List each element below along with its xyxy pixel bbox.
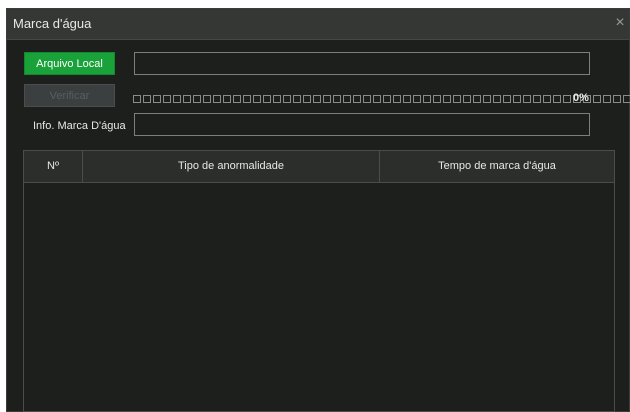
progress-segment (173, 95, 181, 103)
close-icon[interactable]: × (611, 13, 629, 33)
column-header-anomaly-type[interactable]: Tipo de anormalidade (83, 151, 380, 182)
progress-segment (203, 95, 211, 103)
progress-segment (133, 95, 141, 103)
progress-segment (233, 95, 241, 103)
progress-segment (413, 95, 421, 103)
local-file-button[interactable]: Arquivo Local (24, 52, 115, 75)
progress-segment (243, 95, 251, 103)
progress-segment (443, 95, 451, 103)
watermark-info-label: Info. Marca D'água (33, 120, 126, 132)
progress-segment (143, 95, 151, 103)
progress-segment (393, 95, 401, 103)
progress-segment (213, 95, 221, 103)
progress-segment (403, 95, 411, 103)
watermark-dialog: Marca d'água × Arquivo Local Verificar 0… (6, 8, 630, 412)
progress-segment (223, 95, 231, 103)
progress-segment (293, 95, 301, 103)
progress-segment (263, 95, 271, 103)
progress-segment (193, 95, 201, 103)
progress-segment (333, 95, 341, 103)
progress-segment (623, 95, 630, 103)
progress-segment (603, 95, 611, 103)
progress-segment (383, 95, 391, 103)
progress-segment (153, 95, 161, 103)
progress-segment (563, 95, 571, 103)
progress-segment (523, 95, 531, 103)
progress-percent: 0% (573, 92, 589, 104)
progress-bar (133, 95, 630, 103)
progress-segment (343, 95, 351, 103)
progress-segment (483, 95, 491, 103)
progress-segment (553, 95, 561, 103)
progress-segment (353, 95, 361, 103)
table-header: Nº Tipo de anormalidade Tempo de marca d… (24, 151, 614, 183)
progress-segment (433, 95, 441, 103)
progress-segment (183, 95, 191, 103)
progress-segment (373, 95, 381, 103)
file-path-field[interactable] (134, 52, 590, 75)
progress-segment (613, 95, 621, 103)
watermark-info-field[interactable] (134, 113, 590, 136)
progress-segment (253, 95, 261, 103)
progress-segment (323, 95, 331, 103)
results-table: Nº Tipo de anormalidade Tempo de marca d… (23, 150, 615, 412)
progress-segment (313, 95, 321, 103)
column-header-number[interactable]: Nº (24, 151, 83, 182)
progress-segment (453, 95, 461, 103)
progress-segment (503, 95, 511, 103)
progress-segment (363, 95, 371, 103)
progress-segment (273, 95, 281, 103)
progress-segment (463, 95, 471, 103)
progress-segment (423, 95, 431, 103)
progress-segment (283, 95, 291, 103)
progress-segment (543, 95, 551, 103)
progress-segment (163, 95, 171, 103)
progress-segment (303, 95, 311, 103)
column-header-watermark-time[interactable]: Tempo de marca d'água (380, 151, 614, 182)
progress-segment (533, 95, 541, 103)
progress-segment (473, 95, 481, 103)
dialog-title: Marca d'água (13, 16, 92, 31)
verify-button[interactable]: Verificar (24, 84, 115, 107)
dialog-titlebar: Marca d'água × (7, 9, 629, 40)
progress-segment (593, 95, 601, 103)
progress-segment (513, 95, 521, 103)
progress-segment (493, 95, 501, 103)
